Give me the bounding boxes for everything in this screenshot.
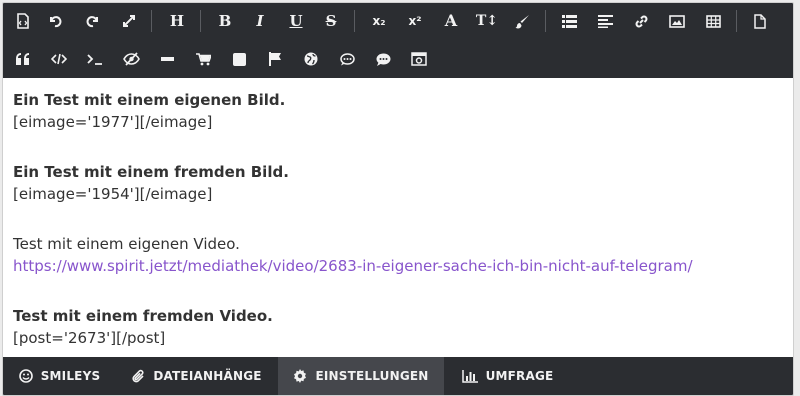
quote-icon — [15, 53, 29, 65]
content-line: [post='2673'][/post] — [13, 329, 166, 347]
heading-icon: H — [169, 11, 185, 30]
content-line: [eimage='1954'][/eimage] — [13, 185, 213, 203]
underline-icon: U — [289, 11, 303, 30]
content-line: Test mit einem eigenen Video. — [13, 235, 240, 253]
tab-poll[interactable]: UMFRAGE — [444, 357, 571, 395]
shop-button[interactable] — [188, 45, 218, 73]
font-size-icon: A — [444, 11, 458, 30]
flag-button[interactable] — [260, 45, 290, 73]
strikethrough-icon: S — [325, 11, 337, 30]
tab-attachments[interactable]: DATEIANHÄNGE — [116, 357, 278, 395]
spoiler-eye-slash-icon — [122, 52, 140, 66]
heading-button[interactable]: H — [162, 7, 192, 35]
paint-brush-button[interactable] — [507, 7, 537, 35]
comment-dots-button[interactable] — [332, 45, 362, 73]
editor: H B I U S x₂ x² A T↕ Ein Test mit einem … — [2, 2, 794, 396]
smiley-icon — [18, 369, 33, 383]
fullscreen-button[interactable] — [114, 7, 144, 35]
font-size-button[interactable]: A — [436, 7, 466, 35]
tab-smileys[interactable]: SMILEYS — [3, 357, 116, 395]
paint-brush-icon — [515, 14, 529, 28]
comment-icon — [376, 53, 390, 66]
toolbar-row-1: H B I U S x₂ x² A T↕ — [3, 3, 793, 39]
comment-dots-icon — [339, 52, 355, 65]
code-button[interactable] — [44, 45, 74, 73]
align-left-icon — [597, 14, 613, 28]
spoiler-button[interactable] — [116, 45, 146, 73]
paperclip-icon — [132, 369, 145, 384]
comment-button[interactable] — [368, 45, 398, 73]
tab-attachments-label: DATEIANHÄNGE — [153, 369, 262, 383]
superscript-button[interactable]: x² — [400, 7, 430, 35]
globe-icon — [304, 52, 318, 66]
content-line: Ein Test mit einem fremden Bild. — [13, 163, 289, 181]
toolbar-separator — [200, 10, 201, 32]
redo-icon — [86, 16, 98, 28]
bold-button[interactable]: B — [210, 7, 240, 35]
underline-button[interactable]: U — [281, 7, 311, 35]
undo-icon — [50, 16, 62, 28]
horizontal-rule-button[interactable] — [152, 45, 182, 73]
toolbar-separator — [545, 10, 546, 32]
subscript-icon: x₂ — [372, 14, 386, 28]
square-icon — [232, 52, 246, 66]
terminal-icon — [87, 54, 102, 65]
strikethrough-button[interactable]: S — [316, 7, 346, 35]
content-line: [eimage='1977'][/eimage] — [13, 113, 213, 131]
toolbar-separator — [151, 10, 152, 32]
terminal-button[interactable] — [80, 45, 110, 73]
image-button[interactable] — [662, 7, 692, 35]
editor-toolbar: H B I U S x₂ x² A T↕ — [3, 3, 793, 78]
editor-content[interactable]: Ein Test mit einem eigenen Bild. [eimage… — [13, 89, 783, 349]
subscript-button[interactable]: x₂ — [364, 7, 394, 35]
source-button[interactable] — [8, 7, 38, 35]
tab-smileys-label: SMILEYS — [40, 369, 101, 383]
media-icon — [411, 52, 427, 66]
link-icon — [635, 15, 647, 27]
toolbar-row-2 — [3, 41, 793, 77]
horizontal-rule-icon — [160, 57, 174, 61]
table-icon — [705, 14, 721, 28]
shopping-cart-icon — [195, 52, 211, 65]
undo-button[interactable] — [40, 7, 70, 35]
editor-tab-bar: SMILEYS DATEIANHÄNGE EINSTELLUNGEN UMFRA… — [3, 357, 793, 395]
source-icon — [17, 13, 29, 29]
box-button[interactable] — [224, 45, 254, 73]
media-button[interactable] — [404, 45, 434, 73]
flag-icon — [268, 52, 281, 66]
bold-icon: B — [218, 11, 232, 30]
image-icon — [669, 14, 685, 28]
tab-settings[interactable]: EINSTELLUNGEN — [278, 357, 444, 395]
video-link[interactable]: https://www.spirit.jetzt/mediathek/video… — [13, 257, 693, 275]
code-icon — [51, 53, 67, 65]
link-button[interactable] — [626, 7, 656, 35]
superscript-icon: x² — [408, 14, 422, 28]
content-line: Ein Test mit einem eigenen Bild. — [13, 91, 286, 109]
italic-icon: I — [256, 11, 264, 30]
page-icon — [754, 13, 766, 29]
align-left-button[interactable] — [590, 7, 620, 35]
content-line: Test mit einem fremden Video. — [13, 307, 273, 325]
gear-icon — [293, 369, 307, 383]
bar-chart-icon — [461, 369, 478, 383]
list-button[interactable] — [554, 7, 584, 35]
italic-button[interactable]: I — [245, 7, 275, 35]
list-icon — [561, 14, 577, 28]
text-height-button[interactable]: T↕ — [472, 7, 502, 35]
table-button[interactable] — [698, 7, 728, 35]
redo-button[interactable] — [78, 7, 108, 35]
toolbar-separator — [354, 10, 355, 32]
fullscreen-icon — [123, 15, 135, 27]
tab-settings-label: EINSTELLUNGEN — [315, 369, 429, 383]
toolbar-separator — [736, 10, 737, 32]
globe-button[interactable] — [296, 45, 326, 73]
tab-poll-label: UMFRAGE — [485, 369, 554, 383]
quote-button[interactable] — [8, 45, 38, 73]
text-height-icon: T↕ — [475, 13, 499, 29]
page-button[interactable] — [745, 7, 775, 35]
